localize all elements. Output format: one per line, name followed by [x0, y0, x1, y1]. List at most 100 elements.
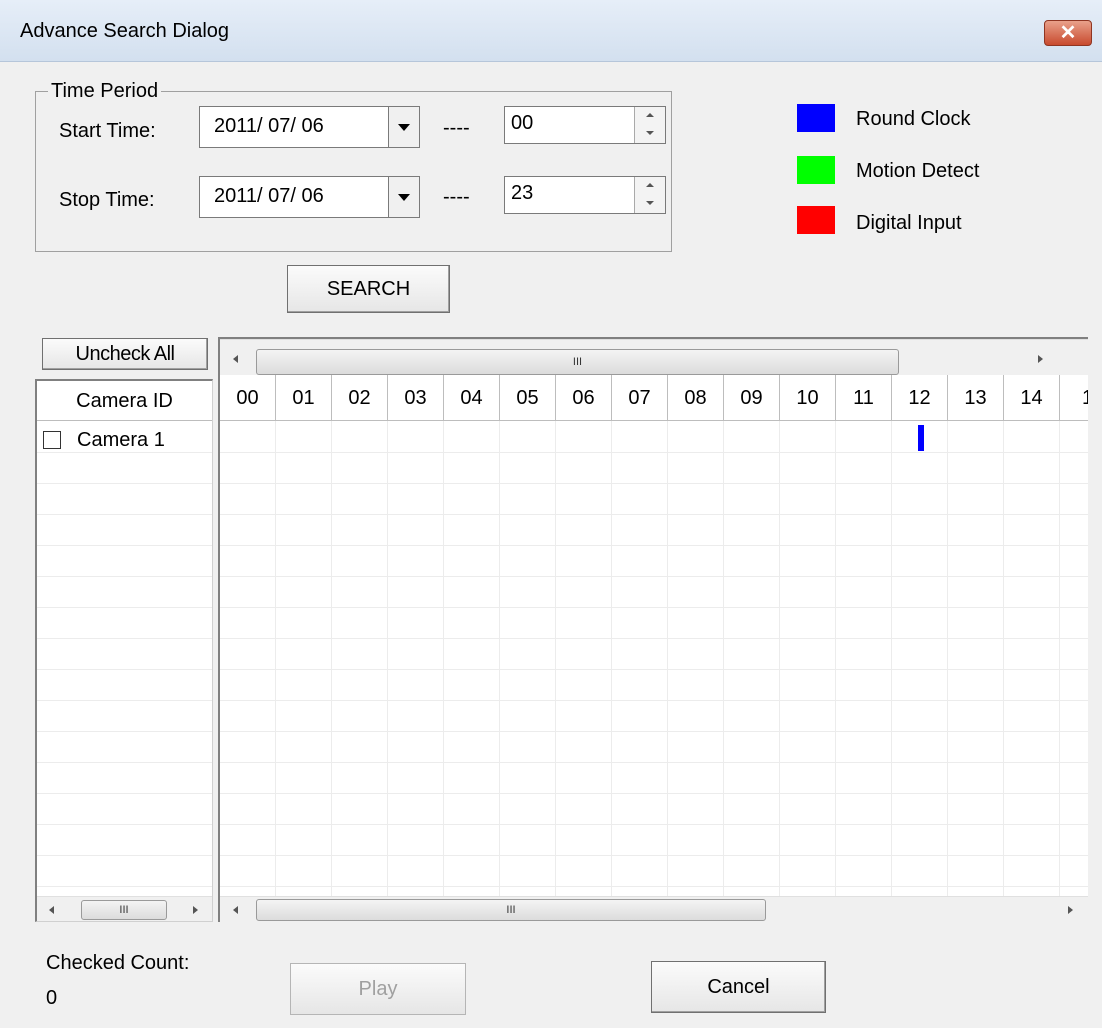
- grid-col-line: [387, 421, 388, 896]
- camera-id-header: Camera ID: [37, 381, 212, 421]
- grid-row-line: [220, 700, 1088, 701]
- scroll-right-icon[interactable]: [1038, 355, 1043, 363]
- grid-col-line: [947, 421, 948, 896]
- stop-date-combo[interactable]: 2011/ 07/ 06: [199, 176, 420, 218]
- stop-time-label: Stop Time:: [59, 189, 155, 211]
- hour-header-00: 00: [220, 375, 276, 421]
- checked-count-label: Checked Count:: [46, 952, 190, 974]
- grid-col-line: [835, 421, 836, 896]
- play-button[interactable]: Play: [290, 963, 466, 1015]
- timeline-bottom-hscrollbar[interactable]: III: [220, 896, 1088, 922]
- stop-separator: ----: [443, 186, 470, 208]
- hour-header-08: 08: [668, 375, 724, 421]
- hour-header-14: 14: [1004, 375, 1060, 421]
- camera-row-line: [37, 483, 212, 484]
- grid-col-line: [555, 421, 556, 896]
- start-hour-value: 00: [511, 112, 534, 134]
- grid-col-line: [331, 421, 332, 896]
- grid-row-line: [220, 638, 1088, 639]
- camera-row-line: [37, 669, 212, 670]
- stop-hour-down-button[interactable]: [634, 195, 665, 213]
- scroll-right-icon[interactable]: [1068, 906, 1073, 914]
- camera-row-line: [37, 576, 212, 577]
- recording-mark[interactable]: [918, 425, 924, 451]
- grid-col-line: [499, 421, 500, 896]
- hour-header-04: 04: [444, 375, 500, 421]
- camera-list-panel: Camera ID Camera 1 III: [35, 379, 213, 922]
- grid-col-line: [443, 421, 444, 896]
- uncheck-all-button[interactable]: Uncheck All: [42, 338, 208, 370]
- start-date-dropdown-button[interactable]: [388, 107, 419, 147]
- start-hour-down-button[interactable]: [634, 125, 665, 143]
- grid-col-line: [667, 421, 668, 896]
- camera-row-line: [37, 731, 212, 732]
- start-hour-up-button[interactable]: [634, 107, 665, 126]
- grid-col-line: [611, 421, 612, 896]
- camera-row-line: [37, 607, 212, 608]
- checked-count-value: 0: [46, 987, 58, 1009]
- grid-row-line: [220, 483, 1088, 484]
- arrow-up-icon: [646, 113, 654, 117]
- cancel-button[interactable]: Cancel: [651, 961, 826, 1013]
- grid-row-line: [220, 607, 1088, 608]
- start-date-value: 2011/ 07/ 06: [214, 115, 324, 137]
- grid-row-line: [220, 824, 1088, 825]
- search-button[interactable]: SEARCH: [287, 265, 450, 313]
- scroll-thumb[interactable]: III: [256, 899, 766, 921]
- grid-row-line: [220, 514, 1088, 515]
- hour-header-06: 06: [556, 375, 612, 421]
- grid-row-line: [220, 886, 1088, 887]
- camera-1-checkbox[interactable]: [43, 431, 61, 449]
- scroll-right-icon[interactable]: [193, 906, 198, 914]
- digital-input-label: Digital Input: [856, 212, 962, 234]
- grid-col-line: [891, 421, 892, 896]
- camera-row-line: [37, 452, 212, 453]
- scroll-thumb[interactable]: III: [256, 349, 899, 375]
- start-hour-spinner[interactable]: 00: [504, 106, 666, 144]
- hour-header-1: 1: [1060, 375, 1088, 421]
- window-title: Advance Search Dialog: [20, 20, 230, 42]
- camera-row-line: [37, 762, 212, 763]
- round-clock-swatch: [797, 104, 835, 132]
- arrow-up-icon: [646, 183, 654, 187]
- grid-col-line: [723, 421, 724, 896]
- scroll-thumb[interactable]: III: [81, 900, 167, 920]
- camera-row-line: [37, 638, 212, 639]
- stop-hour-value: 23: [511, 182, 534, 204]
- grid-row-line: [220, 452, 1088, 453]
- hour-header-02: 02: [332, 375, 388, 421]
- chevron-down-icon: [398, 194, 410, 201]
- camera-1-label: Camera 1: [77, 429, 165, 451]
- grid-col-line: [1003, 421, 1004, 896]
- start-date-combo[interactable]: 2011/ 07/ 06: [199, 106, 420, 148]
- start-time-label: Start Time:: [59, 120, 156, 142]
- stop-hour-spinner[interactable]: 23: [504, 176, 666, 214]
- camera-list-hscrollbar[interactable]: III: [37, 896, 212, 921]
- grid-row-line: [220, 855, 1088, 856]
- scroll-left-icon[interactable]: [233, 355, 238, 363]
- timeline-top-hscrollbar[interactable]: III: [220, 339, 1088, 375]
- time-period-legend: Time Period: [48, 80, 162, 103]
- scroll-left-icon[interactable]: [49, 906, 54, 914]
- close-button[interactable]: ✕: [1044, 20, 1092, 46]
- grid-row-line: [220, 669, 1088, 670]
- camera-row-line: [37, 824, 212, 825]
- camera-row-line: [37, 886, 212, 887]
- grid-row-line: [220, 545, 1088, 546]
- hour-header-10: 10: [780, 375, 836, 421]
- grid-col-line: [275, 421, 276, 896]
- stop-hour-up-button[interactable]: [634, 177, 665, 196]
- hour-header-11: 11: [836, 375, 892, 421]
- grid-col-line: [779, 421, 780, 896]
- arrow-down-icon: [646, 131, 654, 135]
- scroll-left-icon[interactable]: [233, 906, 238, 914]
- camera-row-line: [37, 855, 212, 856]
- hour-header-07: 07: [612, 375, 668, 421]
- stop-date-value: 2011/ 07/ 06: [214, 185, 324, 207]
- arrow-down-icon: [646, 201, 654, 205]
- grid-row-line: [220, 731, 1088, 732]
- stop-date-dropdown-button[interactable]: [388, 177, 419, 217]
- hour-header-09: 09: [724, 375, 780, 421]
- grid-col-line: [1059, 421, 1060, 896]
- hour-header-13: 13: [948, 375, 1004, 421]
